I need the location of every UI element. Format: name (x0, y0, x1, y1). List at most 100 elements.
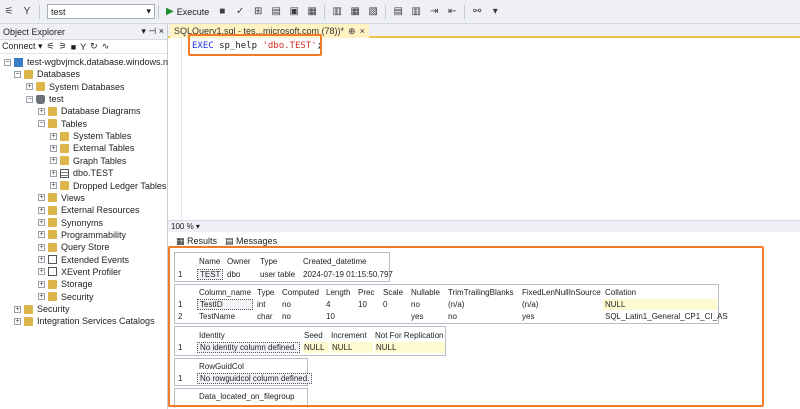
tree-node-label: dbo.TEST (73, 168, 114, 179)
expand-icon[interactable]: + (38, 280, 45, 288)
table-icon (60, 168, 69, 178)
connect-icon[interactable]: ⚟ (3, 6, 15, 18)
connect-dropdown[interactable]: Connect ▾ (2, 41, 43, 52)
tree-node[interactable]: − test-wgbvjmck.database.windows.net ( (4, 56, 181, 68)
expand-icon[interactable]: + (14, 317, 21, 325)
tree-node-label: External Resources (61, 205, 140, 216)
tree-node-label: Programmability (61, 229, 127, 240)
folder-icon (48, 205, 57, 215)
expand-icon[interactable]: + (50, 144, 57, 152)
tree-node-label: XEvent Profiler (61, 266, 122, 277)
collapse-icon[interactable]: − (26, 95, 33, 103)
stop-icon[interactable]: ■ (216, 6, 228, 18)
tree-node[interactable]: − test (26, 93, 64, 105)
tree-node-label: Integration Services Catalogs (37, 316, 155, 327)
query-editor[interactable]: EXEC sp_help 'dbo.TEST'; (168, 38, 800, 220)
close-icon[interactable]: × (360, 26, 365, 36)
tree-node[interactable]: + Query Store (38, 241, 110, 253)
expand-icon[interactable]: + (50, 182, 57, 189)
tab-messages[interactable]: ▤ Messages (225, 236, 277, 247)
tree-node[interactable]: + Database Diagrams (38, 105, 141, 117)
parse-icon[interactable]: ✓ (234, 6, 246, 18)
tree-node-label: Storage (61, 279, 93, 290)
live-stats-icon[interactable]: ▦ (306, 6, 318, 18)
expand-icon[interactable]: + (38, 268, 45, 276)
pin-icon[interactable]: ⊣ (148, 26, 156, 36)
pin-icon[interactable]: ⊕ (348, 26, 356, 37)
database-selector[interactable]: test ▾ (47, 4, 155, 19)
connect-icon[interactable]: ⚟ (47, 41, 55, 52)
filter-icon[interactable]: Y (21, 6, 33, 18)
tree-node[interactable]: + Security (14, 303, 70, 315)
tree-node-label: Views (61, 192, 85, 203)
tree-node[interactable]: + Dropped Ledger Tables (50, 180, 166, 192)
specify-values-icon[interactable]: ⚯ (471, 6, 483, 18)
tree-node-label: Query Store (61, 242, 110, 253)
expand-icon[interactable]: + (38, 219, 45, 227)
results-highlight-box (168, 246, 764, 407)
activity-monitor-icon[interactable]: ∿ (102, 41, 110, 52)
results-grid-icon[interactable]: ▦ (349, 6, 361, 18)
collapse-icon[interactable]: − (4, 58, 11, 66)
tree-node[interactable]: − Databases (14, 68, 80, 80)
execute-button[interactable]: ▶ Execute (166, 6, 209, 17)
uncomment-icon[interactable]: ▥ (410, 6, 422, 18)
expand-icon[interactable]: + (26, 83, 33, 91)
include-plan-icon[interactable]: ▣ (288, 6, 300, 18)
tree-node-label: Synonyms (61, 217, 104, 228)
expand-icon[interactable]: + (50, 169, 57, 177)
object-explorer-panel: Object Explorer ▾ ⊣ × Connect ▾ ⚟ ⚞ ■ Y … (0, 24, 181, 409)
tree-node[interactable]: + Graph Tables (50, 155, 126, 167)
disconnect-icon[interactable]: ⚞ (59, 41, 67, 52)
tree-node-label: Security (37, 304, 70, 314)
close-icon[interactable]: × (159, 26, 164, 36)
tree-node[interactable]: + Synonyms (38, 217, 103, 229)
tab-results[interactable]: ▦ Results (176, 236, 217, 247)
folder-icon (36, 82, 45, 92)
editor-gutter (168, 38, 182, 220)
tree-node[interactable]: + Storage (38, 278, 93, 290)
expand-icon[interactable]: + (38, 231, 45, 239)
comment-icon[interactable]: ▤ (392, 6, 404, 18)
tree-node[interactable]: + Integration Services Catalogs (14, 315, 155, 327)
tree-node-label: test-wgbvjmck.database.windows.net ( (27, 57, 182, 67)
expand-icon[interactable]: + (38, 293, 45, 301)
tree-node[interactable]: + System Databases (26, 81, 125, 93)
tree-node[interactable]: + dbo.TEST (50, 167, 114, 179)
query-options-icon[interactable]: ▤ (270, 6, 282, 18)
expand-icon[interactable]: + (38, 256, 45, 264)
collapse-icon[interactable]: − (38, 120, 45, 128)
tree-node[interactable]: + External Tables (50, 142, 134, 154)
refresh-icon[interactable]: ↻ (90, 41, 98, 52)
results-file-icon[interactable]: ▧ (367, 6, 379, 18)
tree-node[interactable]: + Extended Events (38, 254, 129, 266)
tree-node[interactable]: + Security (38, 291, 94, 303)
tree-node[interactable]: + XEvent Profiler (38, 266, 121, 278)
stop-icon[interactable]: ■ (71, 42, 76, 52)
display-plan-icon[interactable]: ⊞ (252, 6, 264, 18)
results-text-icon[interactable]: ▥ (331, 6, 343, 18)
expand-icon[interactable]: + (50, 132, 57, 140)
expand-icon[interactable]: + (50, 157, 57, 165)
main-toolbar: ⚟ Y test ▾ ▶ Execute ■ ✓ ⊞ ▤ ▣ ▦ ▥ ▦ ▧ ▤… (0, 0, 800, 24)
zoom-selector[interactable]: 100 % ▾ (171, 222, 200, 231)
tree-node[interactable]: + System Tables (50, 130, 131, 142)
toolbar-overflow-icon[interactable]: ▾ (489, 6, 501, 18)
expand-icon[interactable]: + (38, 243, 45, 251)
tree-node-label: Database Diagrams (61, 106, 141, 117)
expand-icon[interactable]: + (38, 107, 45, 115)
filter-icon[interactable]: Y (80, 42, 86, 52)
collapse-icon[interactable]: − (14, 70, 21, 78)
dropdown-icon[interactable]: ▾ (141, 26, 146, 36)
tree-node[interactable]: + Views (38, 192, 85, 204)
indent-icon[interactable]: ⇥ (428, 6, 440, 18)
expand-icon[interactable]: + (38, 206, 45, 214)
tree-node[interactable]: + Programmability (38, 229, 126, 241)
tree-node[interactable]: − Tables (38, 118, 87, 130)
tree-node[interactable]: + External Resources (38, 204, 140, 216)
expand-icon[interactable]: + (38, 194, 45, 202)
panel-controls: ▾ ⊣ × (141, 26, 164, 37)
expand-icon[interactable]: + (14, 305, 21, 313)
play-icon: ▶ (166, 6, 174, 17)
outdent-icon[interactable]: ⇤ (446, 6, 458, 18)
